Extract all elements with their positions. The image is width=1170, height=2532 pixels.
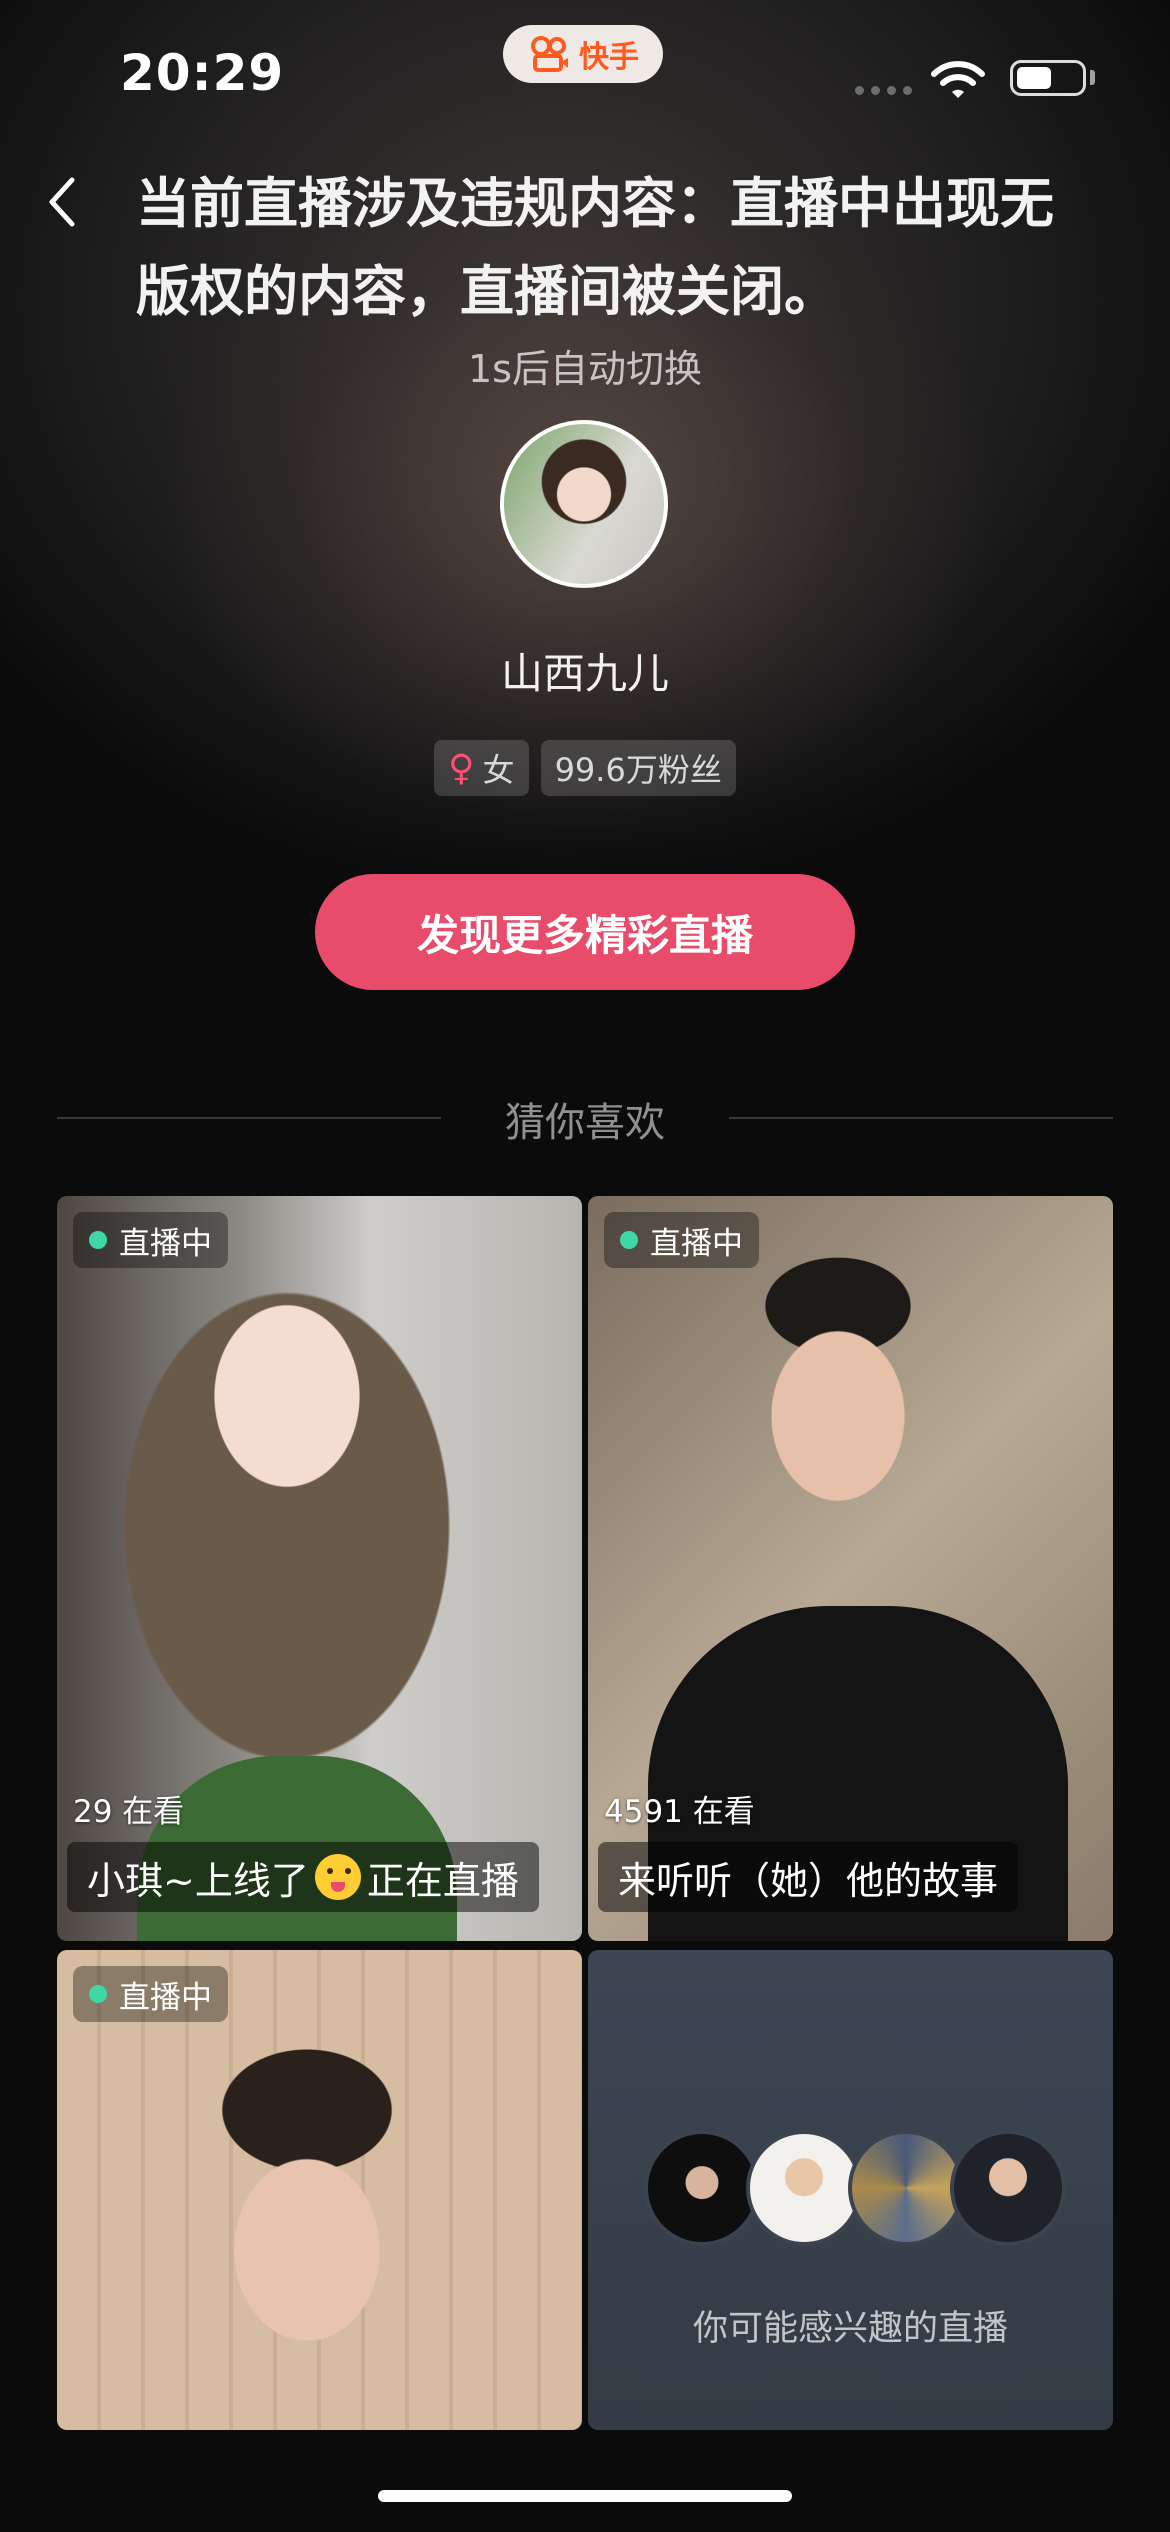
- card-title-text: 小琪~上线了: [87, 1858, 309, 1903]
- live-badge: 直播中: [604, 1212, 759, 1268]
- fans-tag: 99.6万粉丝: [540, 740, 736, 796]
- card-title: 小琪~上线了 正在直播: [67, 1842, 539, 1912]
- live-dot-icon: [89, 1231, 107, 1249]
- live-label: 直播中: [119, 1225, 212, 1262]
- winking-face-emoji-icon: [314, 1854, 361, 1900]
- live-dot-icon: [620, 1231, 638, 1249]
- avatar: [644, 2130, 760, 2246]
- gender-label: 女: [482, 751, 515, 789]
- live-card[interactable]: 直播中 4591 在看 来听听（她）他的故事: [588, 1196, 1113, 1941]
- gender-tag: ♀ 女: [434, 740, 529, 796]
- live-badge: 直播中: [73, 1212, 228, 1268]
- cellular-signal-icon: [855, 86, 912, 95]
- live-card[interactable]: 直播中 29 在看 小琪~上线了 正在直播: [57, 1196, 582, 1941]
- live-label: 直播中: [650, 1225, 743, 1262]
- wifi-icon: [931, 61, 985, 98]
- battery-icon: [1010, 60, 1086, 96]
- kuaishou-logo-icon: [531, 36, 568, 72]
- back-button[interactable]: [38, 172, 88, 232]
- live-card[interactable]: 直播中: [57, 1950, 582, 2430]
- battery-cap: [1090, 70, 1095, 85]
- violation-message: 当前直播涉及违规内容：直播中出现无版权的内容，直播间被关闭。: [136, 172, 1054, 323]
- avatar: [746, 2130, 862, 2246]
- streamer-tags: ♀ 女 99.6万粉丝: [0, 740, 1170, 796]
- avatar: [848, 2130, 964, 2246]
- card-title: 来听听（她）他的故事: [598, 1842, 1019, 1912]
- viewer-count: 4591 在看: [604, 1794, 755, 1830]
- live-badge: 直播中: [73, 1966, 228, 2022]
- live-dot-icon: [89, 1985, 107, 2003]
- auto-switch-countdown: 1s后自动切换: [468, 347, 702, 391]
- streamer-avatar[interactable]: [500, 420, 668, 588]
- streamer-name: 山西九儿: [500, 649, 669, 698]
- live-label: 直播中: [119, 1979, 212, 2016]
- status-bar: 20:29 快手: [0, 0, 1170, 150]
- recommended-caption: 你可能感兴趣的直播: [692, 2309, 1008, 2349]
- app-name: 快手: [579, 40, 639, 75]
- section-divider-right: [729, 1117, 1113, 1119]
- avatar: [950, 2130, 1066, 2246]
- recommended-avatars: [644, 2130, 1066, 2246]
- fans-count: 99.6万粉丝: [554, 751, 722, 789]
- discover-more-live-button[interactable]: 发现更多精彩直播: [315, 874, 855, 990]
- recommended-live-card[interactable]: 你可能感兴趣的直播: [588, 1950, 1113, 2430]
- viewer-count: 29 在看: [73, 1794, 185, 1830]
- female-icon: ♀: [448, 747, 475, 789]
- app-indicator-pill[interactable]: 快手: [503, 25, 663, 83]
- home-indicator[interactable]: [378, 2490, 792, 2502]
- status-time: 20:29: [120, 44, 285, 102]
- section-title: 猜你喜欢: [505, 1100, 665, 1146]
- card-title-suffix: 正在直播: [366, 1858, 519, 1903]
